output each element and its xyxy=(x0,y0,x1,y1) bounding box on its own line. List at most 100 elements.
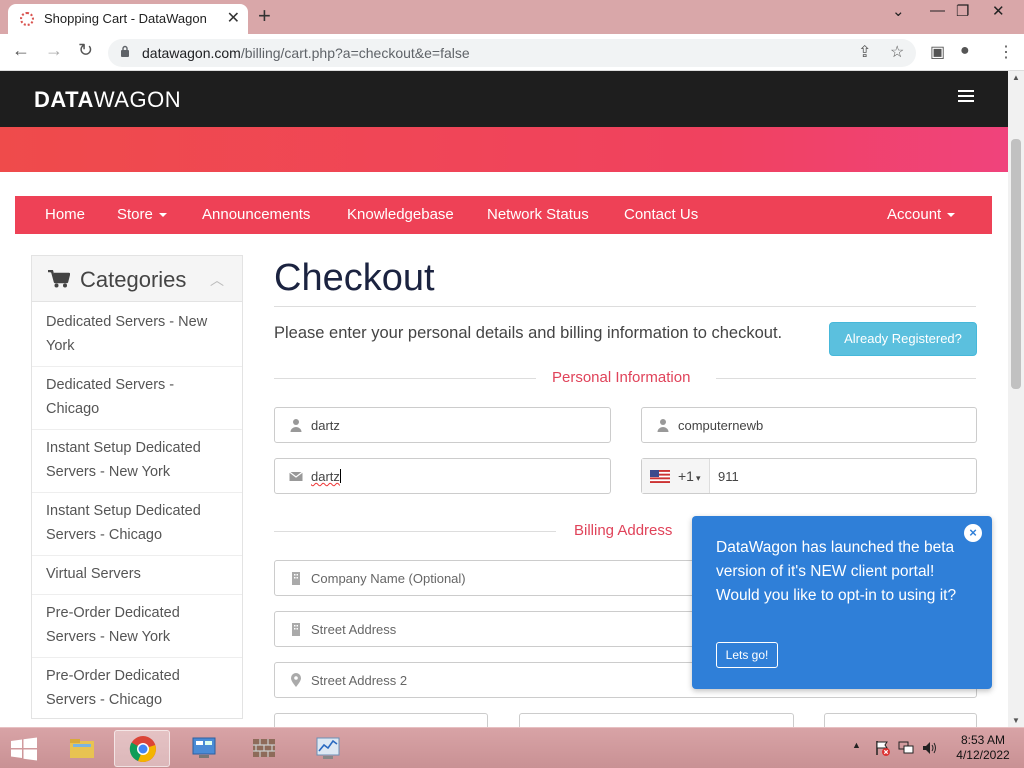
popup-lets-go-button[interactable]: Lets go! xyxy=(716,642,778,668)
caret-down-icon xyxy=(158,213,167,218)
nav-knowledgebase[interactable]: Knowledgebase xyxy=(347,206,454,223)
email-field[interactable]: dartz xyxy=(274,458,611,494)
browser-menu-icon[interactable]: ⋮ xyxy=(998,42,1014,62)
side-panel-icon[interactable]: ▣ xyxy=(930,42,945,62)
categories-header[interactable]: Categories ︿ xyxy=(32,256,242,302)
window-close-icon[interactable]: ✕ xyxy=(992,2,1005,20)
sidebar-item-preorder-chicago[interactable]: Pre-Order Dedicated Servers - Chicago xyxy=(46,664,226,712)
back-icon[interactable]: ← xyxy=(12,40,30,61)
street-address-2-placeholder: Street Address 2 xyxy=(311,673,408,688)
taskbar-file-explorer[interactable] xyxy=(54,730,110,767)
performance-monitor-icon xyxy=(316,737,340,759)
popup-close-button[interactable]: × xyxy=(964,524,982,542)
scroll-up-icon[interactable]: ▲ xyxy=(1012,73,1020,82)
site-logo[interactable]: DATAWAGON xyxy=(34,87,181,113)
billing-address-heading: Billing Address xyxy=(574,522,673,539)
new-tab-icon[interactable]: + xyxy=(258,3,271,29)
phone-number-value: 911 xyxy=(718,469,739,484)
envelope-icon xyxy=(289,471,303,481)
personal-info-heading: Personal Information xyxy=(552,369,691,386)
profile-icon[interactable]: ● xyxy=(960,42,970,60)
minimize-icon[interactable]: — xyxy=(930,2,945,19)
reload-icon[interactable]: ↻ xyxy=(78,40,93,61)
volume-icon[interactable] xyxy=(922,740,938,756)
restore-icon[interactable]: ❐ xyxy=(956,2,969,20)
hero-banner xyxy=(0,127,1008,172)
street-address-placeholder: Street Address xyxy=(311,622,397,637)
sidebar-item-dedicated-ny[interactable]: Dedicated Servers - New York xyxy=(46,310,226,358)
caret-down-icon: ▾ xyxy=(695,473,701,483)
last-name-field[interactable]: computernewb xyxy=(641,407,977,443)
nav-contact-us[interactable]: Contact Us xyxy=(624,206,698,223)
taskbar-performance-monitor[interactable] xyxy=(300,730,356,767)
address-bar[interactable]: datawagon.com/billing/cart.php?a=checkou… xyxy=(108,39,916,67)
site-favicon-icon xyxy=(20,12,34,26)
scroll-down-icon[interactable]: ▼ xyxy=(1012,716,1020,725)
city-field[interactable] xyxy=(274,713,488,727)
browser-toolbar: ← → ↻ datawagon.com/billing/cart.php?a=c… xyxy=(0,34,1024,71)
chevron-up-icon[interactable]: ︿ xyxy=(210,270,224,290)
lock-icon xyxy=(121,45,129,57)
page-scrollbar[interactable]: ▲ ▼ xyxy=(1008,71,1024,727)
postcode-field[interactable] xyxy=(824,713,977,727)
nav-store[interactable]: Store xyxy=(117,206,167,223)
client-portal-popup: × DataWagon has launched the beta versio… xyxy=(692,516,992,689)
country-code-select[interactable]: +1 ▾ xyxy=(642,459,710,493)
email-value: dartz xyxy=(311,469,341,484)
taskbar-chrome[interactable] xyxy=(114,730,170,767)
user-icon xyxy=(657,419,669,432)
first-name-value: dartz xyxy=(311,418,340,433)
title-divider xyxy=(274,306,976,307)
tab-title: Shopping Cart - DataWagon xyxy=(44,11,207,26)
sidebar-item-dedicated-chicago[interactable]: Dedicated Servers - Chicago xyxy=(46,373,226,421)
forward-icon[interactable]: → xyxy=(45,40,63,61)
network-icon[interactable] xyxy=(898,741,914,755)
nav-home[interactable]: Home xyxy=(45,206,85,223)
shopping-cart-icon xyxy=(48,270,70,288)
clock-time: 8:53 AM xyxy=(960,733,1006,747)
browser-tab-strip: Shopping Cart - DataWagon ✕ + ⌄ — ❐ ✕ xyxy=(0,0,1024,34)
building-icon xyxy=(292,572,300,585)
tab-search-chevron-icon[interactable]: ⌄ xyxy=(892,2,905,20)
share-icon[interactable]: ⇪ xyxy=(858,42,871,62)
browser-tab[interactable]: Shopping Cart - DataWagon ✕ xyxy=(8,4,248,34)
nav-network-status[interactable]: Network Status xyxy=(487,206,589,223)
taskbar-control-panel[interactable] xyxy=(176,730,232,767)
windows-start-icon[interactable] xyxy=(10,737,38,761)
sidebar-item-virtual-servers[interactable]: Virtual Servers xyxy=(46,562,226,586)
clock-date: 4/12/2022 xyxy=(956,748,1010,762)
tab-close-icon[interactable]: ✕ xyxy=(227,8,240,28)
personal-info-divider: Personal Information xyxy=(274,369,976,389)
url-text: datawagon.com/billing/cart.php?a=checkou… xyxy=(142,45,470,61)
folder-icon xyxy=(70,739,94,758)
windows-taskbar: ▲ 8:53 AM 4/12/2022 xyxy=(0,727,1024,768)
country-code: +1 ▾ xyxy=(678,468,701,484)
web-page: DATAWAGON Home Store Announcements Knowl… xyxy=(0,71,1008,727)
site-header: DATAWAGON xyxy=(0,71,1008,127)
state-field[interactable] xyxy=(519,713,794,727)
already-registered-button[interactable]: Already Registered? xyxy=(829,322,977,356)
building-icon xyxy=(292,623,300,636)
categories-title: Categories xyxy=(80,267,187,292)
action-center-flag-icon[interactable] xyxy=(874,740,890,756)
chrome-icon xyxy=(129,736,156,762)
sidebar-item-preorder-ny[interactable]: Pre-Order Dedicated Servers - New York xyxy=(46,601,226,649)
nav-account[interactable]: Account xyxy=(887,206,956,223)
categories-sidebar: Categories ︿ Dedicated Servers - New Yor… xyxy=(31,255,243,719)
phone-field[interactable]: +1 ▾ 911 xyxy=(641,458,977,494)
nav-announcements[interactable]: Announcements xyxy=(202,206,310,223)
scrollbar-thumb[interactable] xyxy=(1011,139,1021,389)
taskbar-firewall[interactable] xyxy=(236,730,292,767)
show-hidden-icons-icon[interactable]: ▲ xyxy=(852,740,861,750)
checkout-intro: Please enter your personal details and b… xyxy=(274,324,783,342)
bookmark-star-icon[interactable]: ☆ xyxy=(890,42,904,62)
sidebar-item-instant-ny[interactable]: Instant Setup Dedicated Servers - New Yo… xyxy=(46,436,226,484)
caret-down-icon xyxy=(947,213,956,218)
main-navigation: Home Store Announcements Knowledgebase N… xyxy=(15,196,992,234)
sidebar-item-instant-chicago[interactable]: Instant Setup Dedicated Servers - Chicag… xyxy=(46,499,226,547)
taskbar-clock[interactable]: 8:53 AM 4/12/2022 xyxy=(948,733,1018,763)
first-name-field[interactable]: dartz xyxy=(274,407,611,443)
firewall-brick-icon xyxy=(253,739,275,757)
user-icon xyxy=(290,419,302,432)
hamburger-menu-icon[interactable] xyxy=(958,90,974,102)
